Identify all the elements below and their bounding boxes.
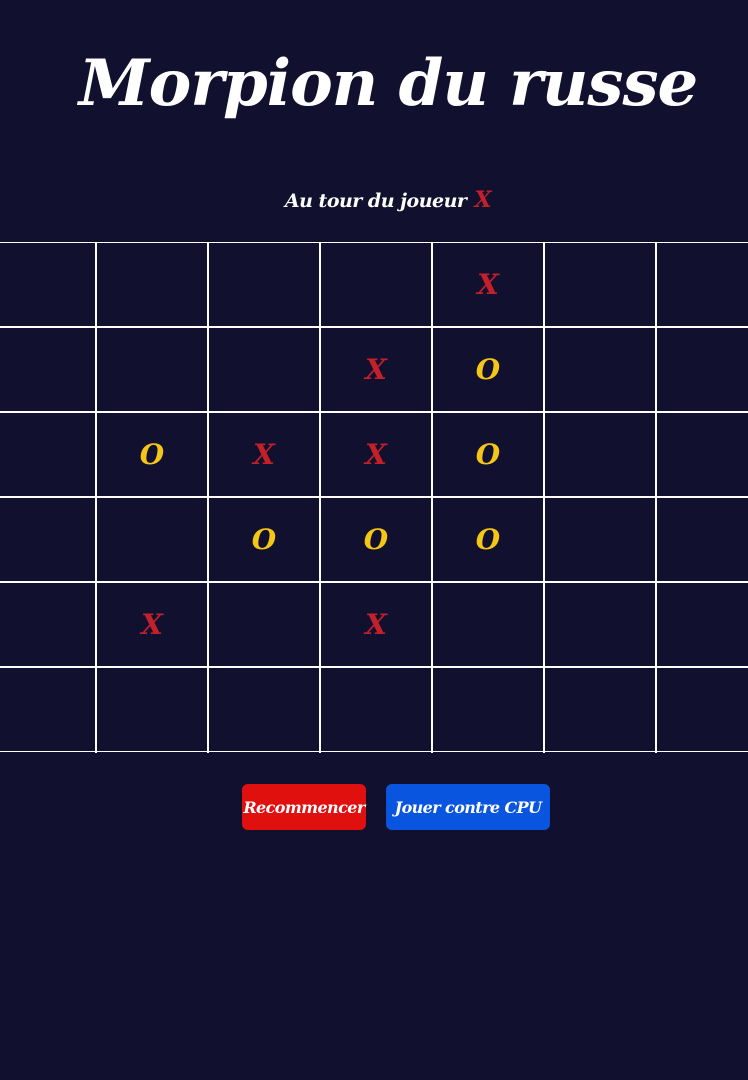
board-cell[interactable]: O [433,328,545,413]
board-cell[interactable] [545,583,657,668]
play-vs-cpu-button[interactable]: Jouer contre CPU [386,784,550,830]
action-buttons: Recommencer Jouer contre CPU [242,784,550,830]
board-cell[interactable]: X [97,583,209,668]
board-cell[interactable]: O [321,498,433,583]
game-board: XXOOXXOOOOXX [0,242,748,753]
board-cell[interactable] [0,243,97,328]
board-cell[interactable] [0,498,97,583]
board-cell[interactable] [545,413,657,498]
board-cell[interactable] [545,668,657,753]
board-cell[interactable] [0,583,97,668]
turn-status-label: Au tour du joueur [284,190,467,212]
board-cell[interactable] [0,668,97,753]
board-cell[interactable] [657,498,748,583]
board-cell[interactable]: O [209,498,321,583]
board-cell[interactable]: X [321,413,433,498]
board-cell[interactable] [0,328,97,413]
board-cell[interactable] [209,668,321,753]
board-cell[interactable]: O [97,413,209,498]
board-cell[interactable] [657,243,748,328]
board-cell[interactable]: X [209,413,321,498]
board-cell[interactable]: X [321,583,433,668]
board-cell[interactable]: O [433,413,545,498]
board-cell[interactable] [97,498,209,583]
current-player-symbol: X [474,187,492,213]
board-cell[interactable] [545,498,657,583]
board-cell[interactable] [545,243,657,328]
board-cell[interactable] [321,668,433,753]
board-cell[interactable] [657,668,748,753]
board-cell[interactable] [433,583,545,668]
board-cell[interactable]: X [321,328,433,413]
board-cell[interactable]: X [433,243,545,328]
board-cell[interactable] [209,328,321,413]
board-cell[interactable] [657,583,748,668]
board-cell[interactable] [97,328,209,413]
turn-status: Au tour du joueur X [0,186,748,215]
game-title: Morpion du russe [78,46,698,121]
board-cell[interactable] [97,243,209,328]
board-cell[interactable]: O [433,498,545,583]
board-cell[interactable] [321,243,433,328]
board-cell[interactable] [209,243,321,328]
board-cell[interactable] [657,413,748,498]
board-cell[interactable] [209,583,321,668]
board-cell[interactable] [0,413,97,498]
board-cell[interactable] [97,668,209,753]
board-cell[interactable] [433,668,545,753]
board-cell[interactable] [545,328,657,413]
restart-button[interactable]: Recommencer [242,784,366,830]
board-cell[interactable] [657,328,748,413]
